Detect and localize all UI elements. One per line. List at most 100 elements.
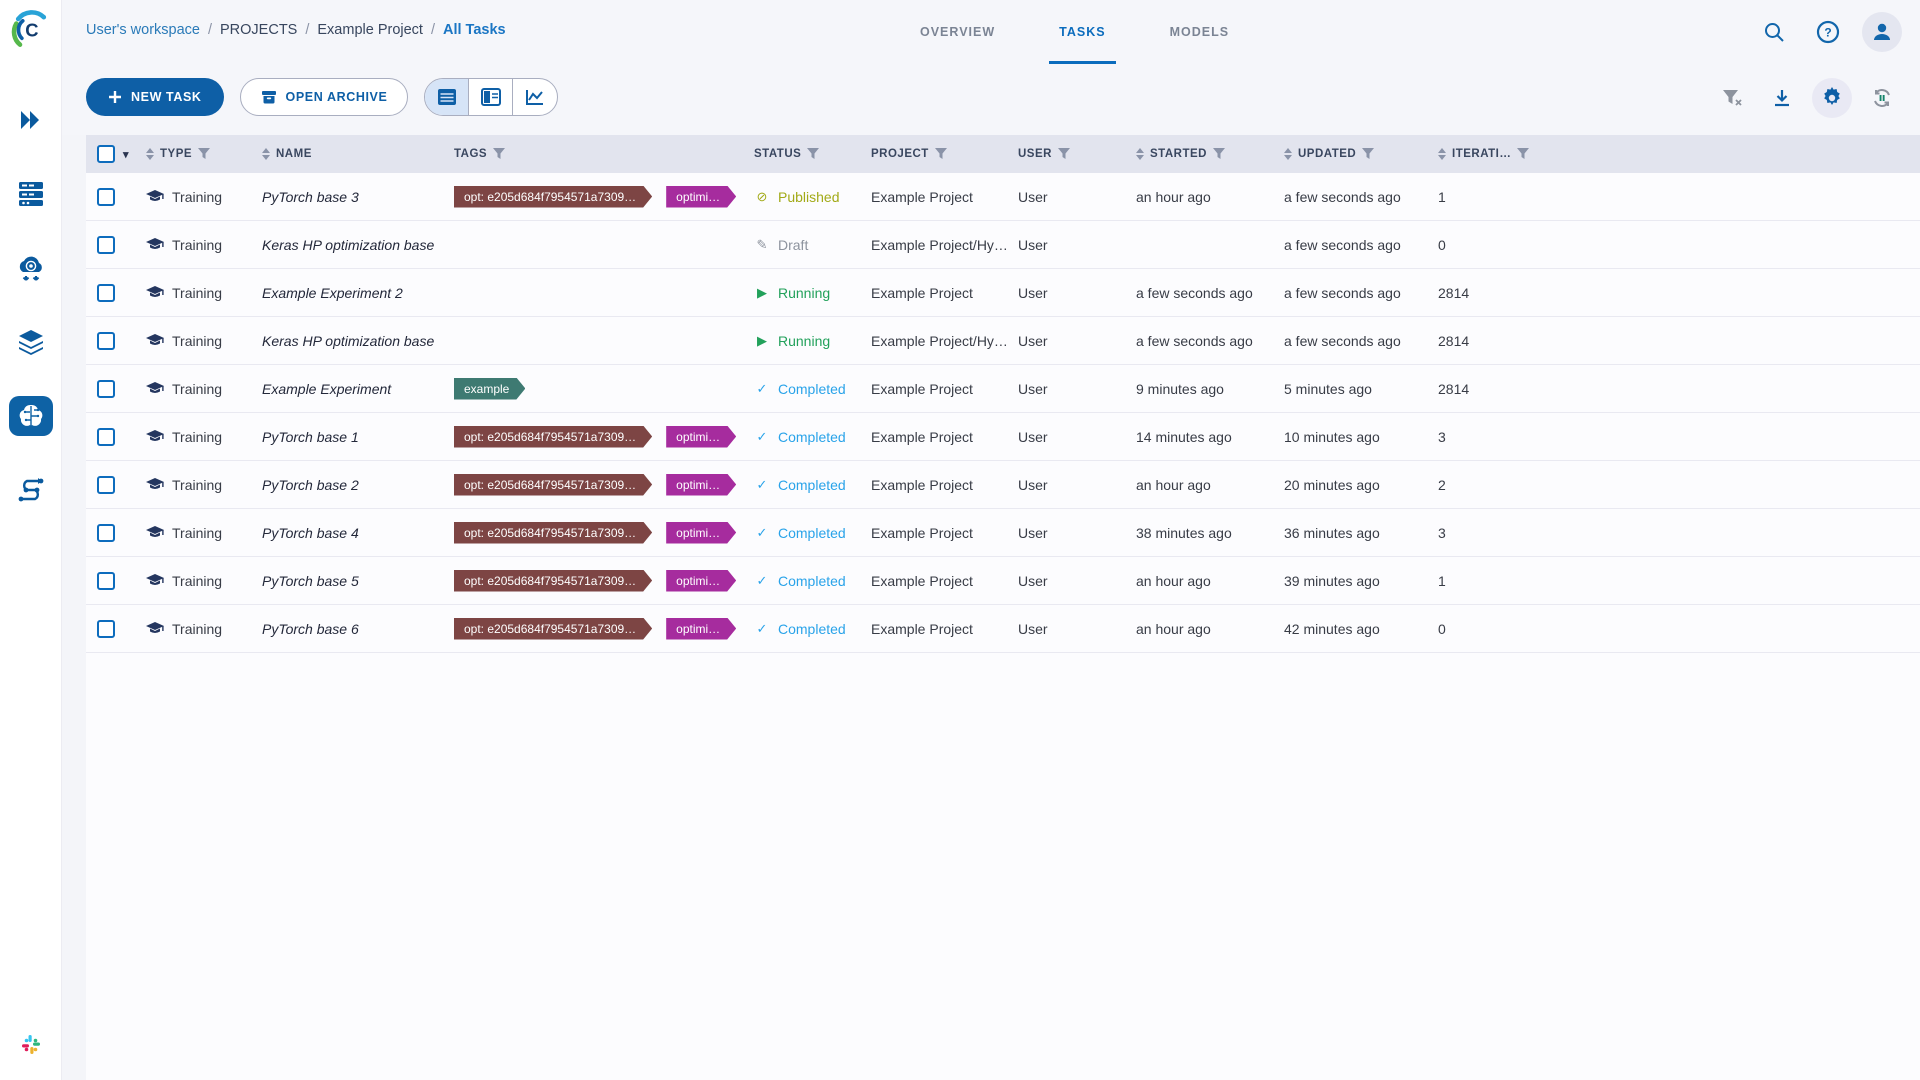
task-user: User bbox=[1018, 188, 1048, 205]
task-name[interactable]: Keras HP optimization base bbox=[262, 237, 434, 253]
column-header-tags[interactable]: TAGS bbox=[454, 148, 754, 160]
status-badge: Completed bbox=[778, 572, 846, 589]
sidebar-item-workers-queues[interactable] bbox=[9, 248, 53, 288]
training-type-icon bbox=[146, 621, 164, 633]
split-view-button[interactable] bbox=[469, 79, 514, 115]
select-dropdown-caret-icon[interactable]: ▾ bbox=[123, 148, 129, 161]
filter-icon[interactable] bbox=[934, 148, 947, 160]
sidebar-item-datasets[interactable] bbox=[9, 322, 53, 362]
training-type-icon bbox=[146, 477, 164, 489]
table-row[interactable]: Training PyTorch base 2 opt: e205d684f79… bbox=[86, 461, 1920, 509]
open-archive-label: OPEN ARCHIVE bbox=[285, 90, 388, 104]
download-button[interactable] bbox=[1762, 78, 1802, 118]
column-header-started[interactable]: STARTED bbox=[1136, 148, 1284, 160]
table-row[interactable]: Training PyTorch base 4 opt: e205d684f79… bbox=[86, 509, 1920, 557]
row-checkbox[interactable] bbox=[97, 619, 115, 638]
row-checkbox[interactable] bbox=[97, 475, 115, 494]
row-checkbox[interactable] bbox=[97, 283, 115, 302]
table-row[interactable]: Training PyTorch base 5 opt: e205d684f79… bbox=[86, 557, 1920, 605]
open-archive-button[interactable]: OPEN ARCHIVE bbox=[239, 78, 409, 116]
table-row[interactable]: Training Keras HP optimization base ▶ Ru… bbox=[86, 317, 1920, 365]
status-badge: Published bbox=[778, 188, 840, 205]
auto-refresh-button[interactable] bbox=[1862, 78, 1902, 118]
sidebar-expand-button[interactable] bbox=[9, 100, 53, 140]
search-button[interactable] bbox=[1754, 12, 1794, 52]
row-checkbox[interactable] bbox=[97, 523, 115, 542]
tab-models[interactable]: MODELS bbox=[1150, 0, 1249, 64]
archive-icon bbox=[261, 91, 276, 104]
task-iterations: 3 bbox=[1438, 428, 1446, 445]
task-name[interactable]: PyTorch base 2 bbox=[262, 477, 359, 493]
table-row[interactable]: Training Keras HP optimization base ✎ Dr… bbox=[86, 221, 1920, 269]
filter-icon[interactable] bbox=[493, 148, 506, 160]
task-name[interactable]: PyTorch base 4 bbox=[262, 525, 359, 541]
task-name[interactable]: Example Experiment 2 bbox=[262, 285, 403, 301]
task-name[interactable]: Keras HP optimization base bbox=[262, 333, 434, 349]
task-updated: a few seconds ago bbox=[1284, 284, 1401, 301]
compare-view-button[interactable] bbox=[513, 79, 557, 115]
status-badge: Completed bbox=[778, 476, 846, 493]
table-row[interactable]: Training Example Experiment example ✓ Co… bbox=[86, 365, 1920, 413]
sort-icon[interactable] bbox=[262, 148, 270, 160]
task-user: User bbox=[1018, 476, 1048, 493]
filter-icon[interactable] bbox=[1212, 148, 1225, 160]
task-name[interactable]: Example Experiment bbox=[262, 381, 391, 397]
breadcrumb-all-tasks[interactable]: All Tasks bbox=[443, 22, 506, 38]
settings-button[interactable] bbox=[1812, 78, 1852, 118]
filter-icon[interactable] bbox=[1517, 148, 1530, 160]
filter-icon[interactable] bbox=[198, 148, 211, 160]
help-button[interactable]: ? bbox=[1808, 12, 1848, 52]
row-checkbox[interactable] bbox=[97, 235, 115, 254]
table-view-button[interactable] bbox=[425, 79, 470, 115]
task-name[interactable]: PyTorch base 6 bbox=[262, 621, 359, 637]
tab-overview[interactable]: OVERVIEW bbox=[900, 0, 1015, 64]
table-row[interactable]: Training PyTorch base 3 opt: e205d684f79… bbox=[86, 173, 1920, 221]
task-project: Example Project bbox=[871, 428, 973, 445]
new-task-button[interactable]: NEW TASK bbox=[86, 78, 224, 116]
sort-icon[interactable] bbox=[146, 148, 154, 160]
breadcrumb-projects[interactable]: PROJECTS bbox=[220, 22, 297, 38]
breadcrumb-example-project[interactable]: Example Project bbox=[317, 22, 423, 38]
table-row[interactable]: Training PyTorch base 1 opt: e205d684f79… bbox=[86, 413, 1920, 461]
breadcrumb-workspace[interactable]: User's workspace bbox=[86, 22, 200, 38]
user-avatar[interactable] bbox=[1862, 12, 1902, 52]
column-header-type[interactable]: TYPE bbox=[146, 148, 262, 160]
sidebar-item-pipelines[interactable] bbox=[9, 470, 53, 510]
status-badge: Draft bbox=[778, 236, 809, 253]
filter-icon[interactable] bbox=[1057, 148, 1070, 160]
task-name[interactable]: PyTorch base 5 bbox=[262, 573, 359, 589]
task-tags: opt: e205d684f7954571a7309… optimi… bbox=[454, 522, 754, 544]
task-updated: a few seconds ago bbox=[1284, 332, 1401, 349]
sort-icon[interactable] bbox=[1438, 148, 1446, 160]
row-checkbox[interactable] bbox=[97, 571, 115, 590]
sidebar-item-slack[interactable] bbox=[19, 1033, 43, 1062]
row-checkbox[interactable] bbox=[97, 379, 115, 398]
row-checkbox[interactable] bbox=[97, 331, 115, 350]
tab-tasks[interactable]: TASKS bbox=[1039, 0, 1125, 64]
column-header-name[interactable]: NAME bbox=[262, 148, 454, 160]
clearml-logo-icon[interactable]: C bbox=[9, 8, 53, 52]
table-row[interactable]: Training Example Experiment 2 ▶ Running … bbox=[86, 269, 1920, 317]
filter-icon[interactable] bbox=[1362, 148, 1375, 160]
row-checkbox[interactable] bbox=[97, 187, 115, 206]
filter-icon[interactable] bbox=[807, 148, 820, 160]
task-started: an hour ago bbox=[1136, 572, 1211, 589]
task-name[interactable]: PyTorch base 1 bbox=[262, 429, 359, 445]
column-header-project[interactable]: PROJECT bbox=[871, 148, 1018, 160]
sidebar-item-projects[interactable] bbox=[8, 396, 53, 436]
column-header-updated[interactable]: UPDATED bbox=[1284, 148, 1438, 160]
status-icon: ✓ bbox=[756, 524, 768, 540]
column-header-user[interactable]: USER bbox=[1018, 148, 1136, 160]
table-row[interactable]: Training PyTorch base 6 opt: e205d684f79… bbox=[86, 605, 1920, 653]
clear-filters-button[interactable] bbox=[1712, 78, 1752, 118]
filter-clear-icon bbox=[1723, 90, 1742, 106]
sidebar-item-dashboard[interactable] bbox=[9, 174, 53, 214]
task-name[interactable]: PyTorch base 3 bbox=[262, 189, 359, 205]
row-checkbox[interactable] bbox=[97, 427, 115, 446]
select-all-checkbox[interactable] bbox=[97, 145, 115, 163]
sort-icon[interactable] bbox=[1284, 148, 1292, 160]
sort-icon[interactable] bbox=[1136, 148, 1144, 160]
column-header-status[interactable]: STATUS bbox=[754, 148, 871, 160]
column-label: STATUS bbox=[754, 148, 802, 160]
column-header-iterations[interactable]: ITERATI… bbox=[1438, 148, 1920, 160]
